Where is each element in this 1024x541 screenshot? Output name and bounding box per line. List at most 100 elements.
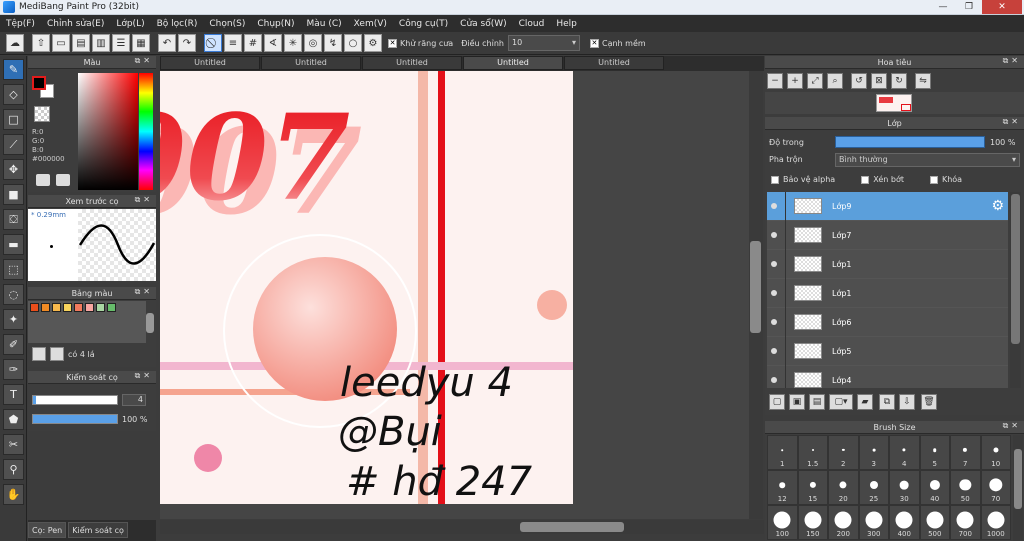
lock-checkbox[interactable]: Khóa	[929, 175, 962, 184]
new-palette-button[interactable]	[32, 347, 46, 361]
layer-row[interactable]: Lớp4	[767, 365, 1008, 388]
layer-row[interactable]: Lớp5	[767, 336, 1008, 366]
transparent-color-swatch[interactable]	[34, 106, 50, 122]
brush-size-cell[interactable]: 40	[919, 470, 950, 505]
bucket-tool-icon[interactable]: ⛋	[3, 209, 24, 230]
eraser-tool-icon[interactable]: ◇	[3, 84, 24, 105]
vscroll-thumb[interactable]	[750, 241, 761, 333]
visibility-icon[interactable]	[771, 348, 777, 354]
foreground-color-swatch[interactable]	[32, 76, 46, 90]
panel-buttons[interactable]: ⧉✕	[135, 56, 153, 66]
flip-icon[interactable]: ⇋	[915, 73, 931, 89]
menu-edit[interactable]: Chỉnh sửa(E)	[41, 19, 110, 29]
layer-row[interactable]: Lớp1	[767, 278, 1008, 308]
palette-swatch[interactable]	[63, 303, 72, 312]
parallel-snap-icon[interactable]: ≡	[224, 34, 242, 52]
hue-slider[interactable]	[139, 73, 153, 190]
palette-swatch[interactable]	[74, 303, 83, 312]
menu-select[interactable]: Chọn(S)	[203, 19, 251, 29]
opacity-slider[interactable]	[32, 414, 118, 424]
gradient-tool-icon[interactable]: ▬	[3, 234, 24, 255]
doc-tab-active[interactable]: Untitled	[463, 56, 563, 70]
brush-size-cell[interactable]: 20	[828, 470, 859, 505]
hand-tool-icon[interactable]: ✋	[3, 484, 24, 505]
new-8bit-layer-icon[interactable]: ▤	[809, 394, 825, 410]
chat-icon[interactable]: ▤	[72, 34, 90, 52]
fill-rect-tool-icon[interactable]: ■	[3, 184, 24, 205]
menu-window[interactable]: Cửa sổ(W)	[454, 19, 512, 29]
brush-size-cell[interactable]: 700	[950, 505, 981, 540]
delete-layer-icon[interactable]: 🗑	[921, 394, 937, 410]
magic-wand-tool-icon[interactable]: ✦	[3, 309, 24, 330]
visibility-icon[interactable]	[771, 319, 777, 325]
undo-icon[interactable]: ↶	[158, 34, 176, 52]
visibility-icon[interactable]	[771, 203, 777, 209]
cloud-icon[interactable]: ☁	[6, 34, 24, 52]
drawing-canvas[interactable]: 007 007 leedyu 4 @Bụi # hđ 247	[160, 71, 573, 504]
maximize-button[interactable]: ❐	[956, 0, 982, 14]
brush-size-cell[interactable]: 30	[889, 470, 920, 505]
tab-brush[interactable]: Cọ: Pen	[28, 522, 67, 538]
rotate-left-icon[interactable]: ↺	[851, 73, 867, 89]
brush-size-cell[interactable]: 300	[858, 505, 889, 540]
zoom-actual-icon[interactable]: ⌕	[827, 73, 843, 89]
eyedropper-tool-icon[interactable]: ⚲	[3, 459, 24, 480]
doc-tab[interactable]: Untitled	[564, 56, 664, 70]
panel-buttons[interactable]: ⧉✕	[1003, 421, 1021, 431]
redo-icon[interactable]: ↷	[178, 34, 196, 52]
saturation-value-picker[interactable]	[78, 73, 138, 190]
blend-mode-select[interactable]: Bình thường	[835, 153, 1020, 167]
snap-off-icon[interactable]: ⃠	[204, 34, 222, 52]
layer-list-scrollbar[interactable]	[1010, 192, 1021, 388]
add-layer-dropdown-icon[interactable]: ▢▾	[829, 394, 853, 410]
brush-size-cell[interactable]: 1.5	[797, 435, 828, 470]
brush-size-cell[interactable]: 10	[980, 435, 1011, 470]
brush-size-cell[interactable]: 7	[950, 435, 981, 470]
duplicate-layer-icon[interactable]: ⧉	[879, 394, 895, 410]
menu-color[interactable]: Màu (C)	[301, 19, 348, 29]
brush-size-cell[interactable]: 12	[767, 470, 798, 505]
menu-tools[interactable]: Công cụ(T)	[393, 19, 454, 29]
fit-icon[interactable]: ⤢	[807, 73, 823, 89]
hscroll-thumb[interactable]	[520, 522, 624, 532]
antialias-checkbox[interactable]: ✕ Khử răng cưa	[388, 38, 453, 48]
layer-row[interactable]: Lớp6	[767, 307, 1008, 337]
rect-select-tool-icon[interactable]: □	[3, 109, 24, 130]
visibility-icon[interactable]	[771, 232, 777, 238]
select-eraser-tool-icon[interactable]: ✑	[3, 359, 24, 380]
rotate-right-icon[interactable]: ↻	[891, 73, 907, 89]
layer-scroll-thumb[interactable]	[1011, 194, 1020, 344]
vanish-snap-icon[interactable]: ∢	[264, 34, 282, 52]
brush-tool-icon[interactable]: ✎	[3, 59, 24, 80]
visibility-icon[interactable]	[771, 290, 777, 296]
comment-icon[interactable]: ▭	[52, 34, 70, 52]
navigator-thumbnail[interactable]	[876, 94, 912, 112]
canvas-horizontal-scrollbar[interactable]	[160, 520, 764, 534]
palette-swatch[interactable]	[52, 303, 61, 312]
ellipse-snap-icon[interactable]: ○	[344, 34, 362, 52]
brush-size-cell[interactable]: 5	[919, 435, 950, 470]
palette-swatch[interactable]	[85, 303, 94, 312]
select-pen-tool-icon[interactable]: ✐	[3, 334, 24, 355]
menu-layer[interactable]: Lớp(L)	[110, 19, 150, 29]
brush-size-cell[interactable]: 15	[797, 470, 828, 505]
reset-view-icon[interactable]: ⊠	[871, 73, 887, 89]
adjust-select[interactable]: 10	[507, 35, 580, 51]
layer-row[interactable]: Lớp9 ⚙	[767, 192, 1008, 221]
settings-icon[interactable]: ⚙	[364, 34, 382, 52]
navigator-preview-area[interactable]	[765, 92, 1024, 114]
brush-size-scrollbar[interactable]	[1013, 435, 1023, 541]
palette-scrollbar[interactable]	[146, 313, 154, 333]
brush-size-cell[interactable]: 3	[858, 435, 889, 470]
zoom-out-icon[interactable]: −	[767, 73, 783, 89]
curve-snap-icon[interactable]: ↯	[324, 34, 342, 52]
alpha-protect-checkbox[interactable]: Bảo vệ alpha	[771, 175, 835, 184]
cross-snap-icon[interactable]: #	[244, 34, 262, 52]
menu-help[interactable]: Help	[550, 19, 583, 29]
close-button[interactable]: ✕	[982, 0, 1022, 14]
layer-settings-icon[interactable]: ⚙	[991, 198, 1004, 214]
clipping-checkbox[interactable]: Xén bớt	[861, 175, 904, 184]
menu-file[interactable]: Tệp(F)	[0, 19, 41, 29]
zoom-in-icon[interactable]: +	[787, 73, 803, 89]
visibility-icon[interactable]	[771, 261, 777, 267]
